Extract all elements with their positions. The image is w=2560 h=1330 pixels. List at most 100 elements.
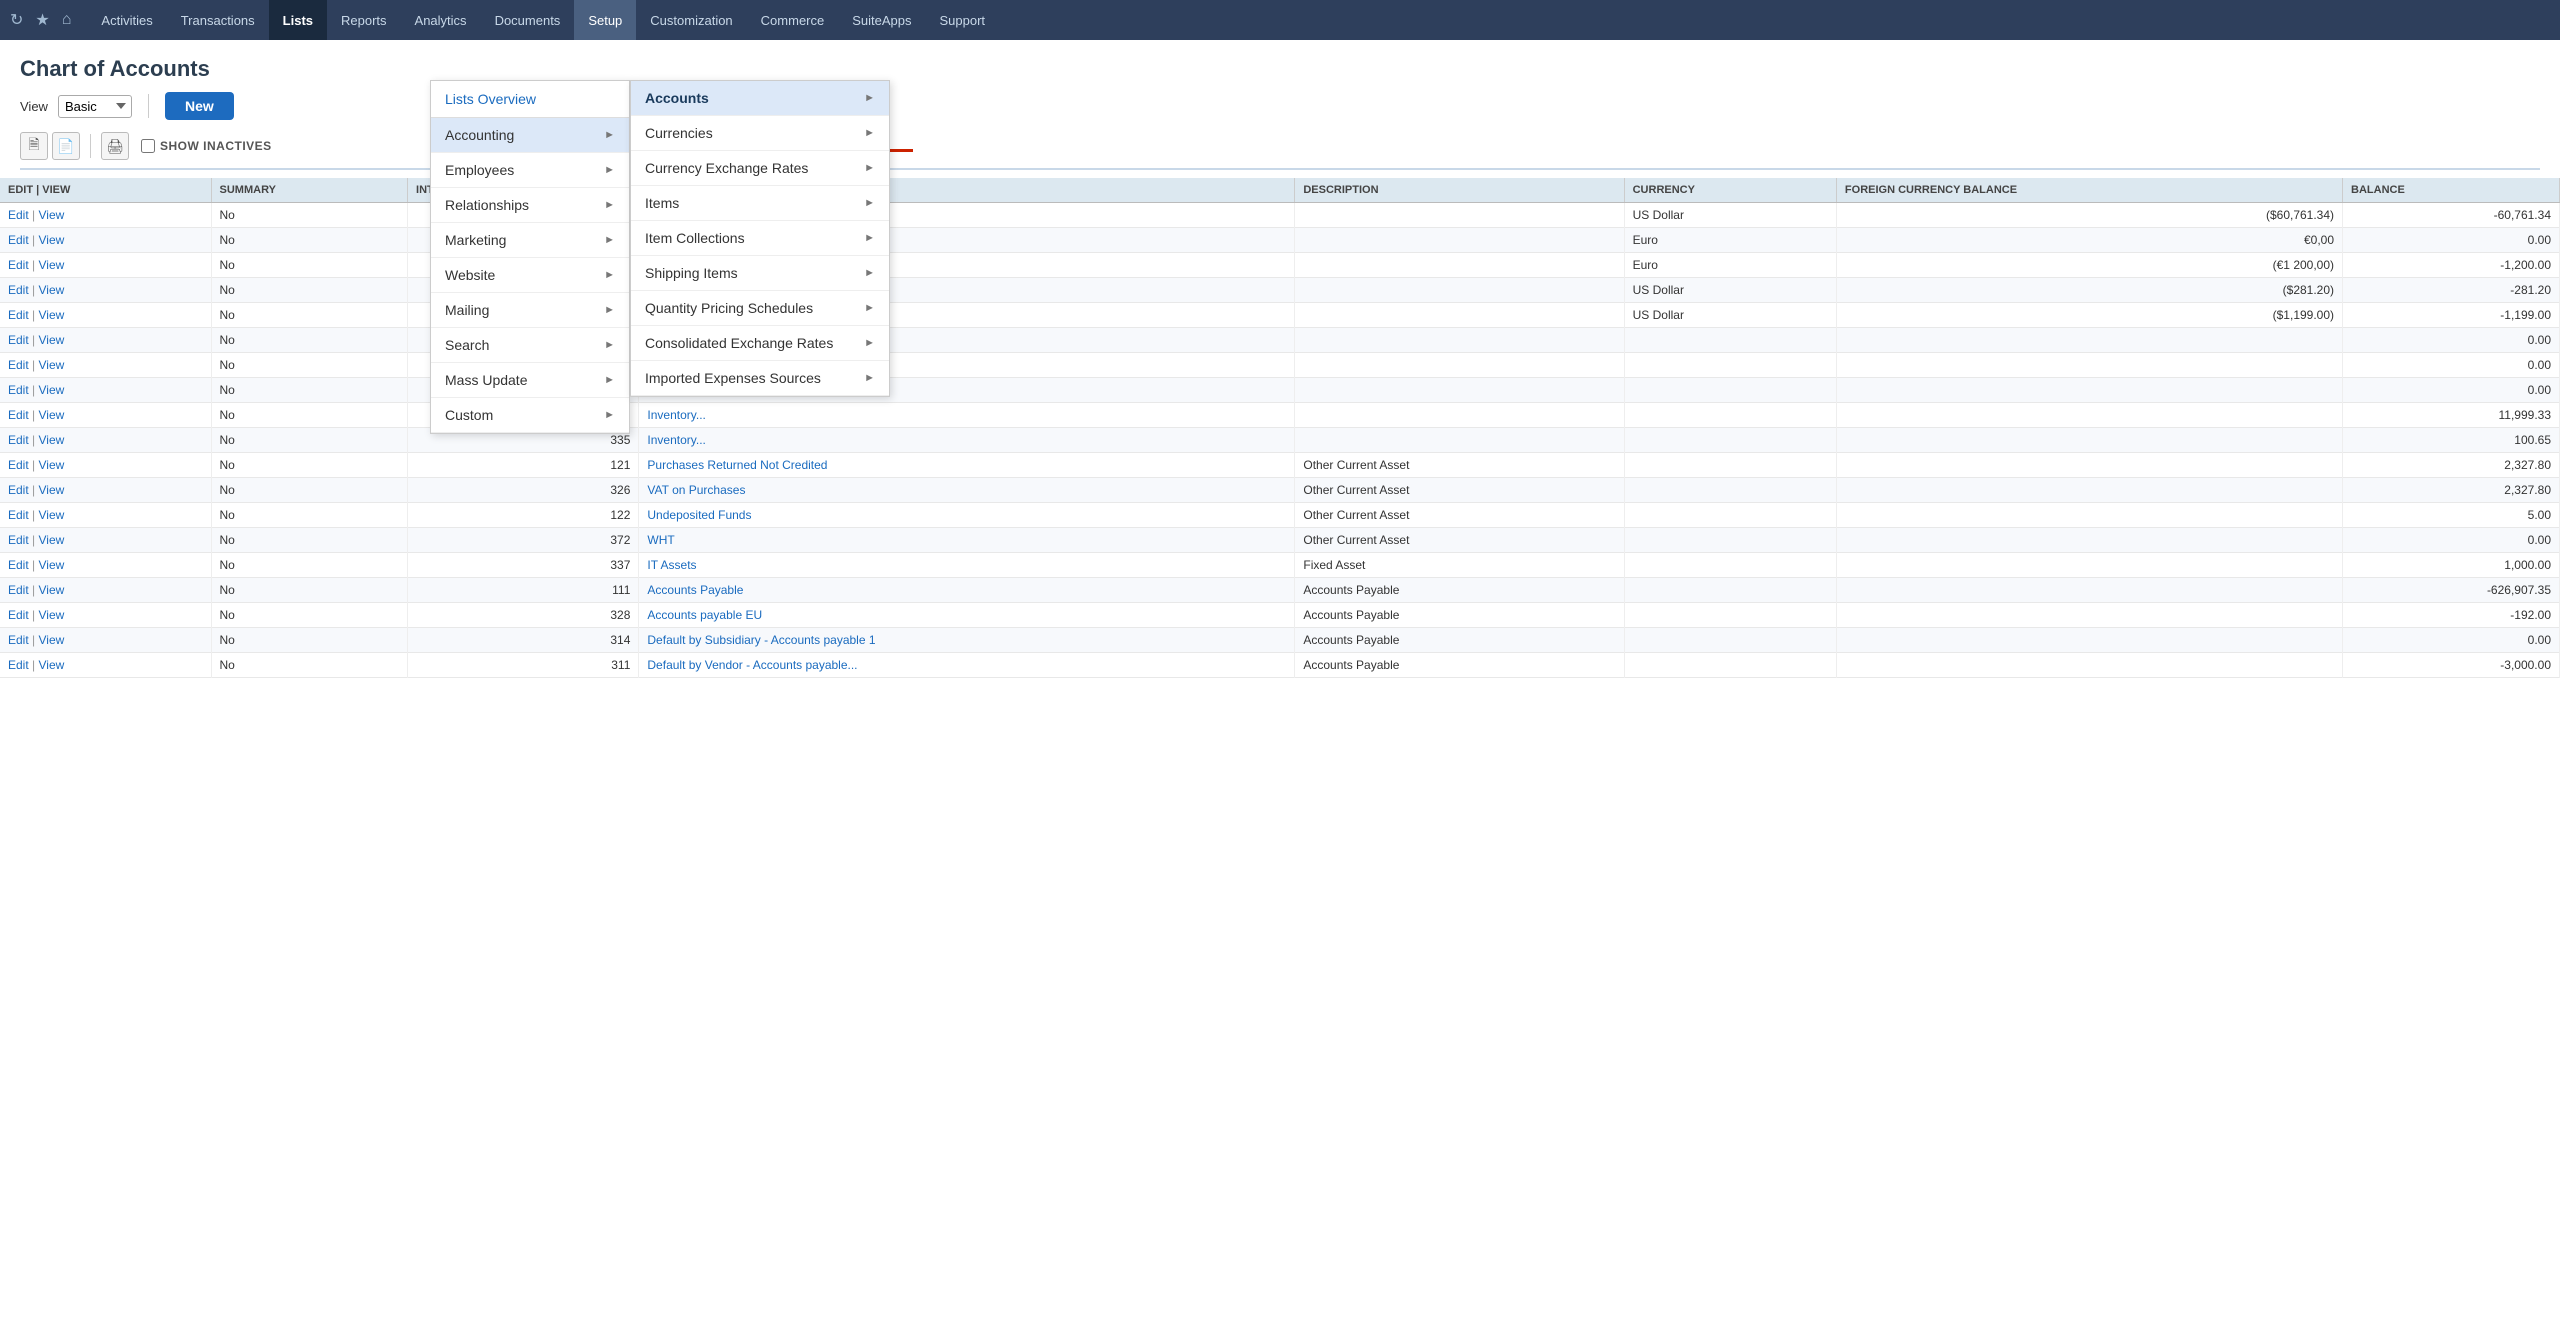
account-link[interactable]: Purchases Returned Not Credited xyxy=(647,458,827,472)
nav-analytics[interactable]: Analytics xyxy=(401,0,481,40)
view-link[interactable]: View xyxy=(38,333,64,347)
view-link[interactable]: View xyxy=(38,583,64,597)
accounting-accounts[interactable]: Accounts ► xyxy=(631,81,889,116)
edit-link[interactable]: Edit xyxy=(8,308,29,322)
home-icon[interactable]: ⌂ xyxy=(62,11,72,29)
nav-customization[interactable]: Customization xyxy=(636,0,746,40)
edit-link[interactable]: Edit xyxy=(8,608,29,622)
account-link[interactable]: Default by Subsidiary - Accounts payable… xyxy=(647,633,875,647)
nav-reports[interactable]: Reports xyxy=(327,0,401,40)
account-link[interactable]: Default by Vendor - Accounts payable... xyxy=(647,658,857,672)
edit-view-cell[interactable]: Edit | View xyxy=(0,403,211,428)
account-cell[interactable]: Accounts payable EU xyxy=(639,603,1295,628)
new-doc-icon-button[interactable]: 🗎 xyxy=(20,132,48,160)
lists-menu-relationships[interactable]: Relationships ► xyxy=(431,188,629,223)
account-cell[interactable]: WHT xyxy=(639,528,1295,553)
account-link[interactable]: WHT xyxy=(647,533,674,547)
view-link[interactable]: View xyxy=(38,608,64,622)
edit-view-cell[interactable]: Edit | View xyxy=(0,253,211,278)
view-link[interactable]: View xyxy=(38,383,64,397)
view-link[interactable]: View xyxy=(38,483,64,497)
view-link[interactable]: View xyxy=(38,658,64,672)
edit-view-cell[interactable]: Edit | View xyxy=(0,353,211,378)
account-cell[interactable]: VAT on Purchases xyxy=(639,478,1295,503)
account-cell[interactable]: Default by Subsidiary - Accounts payable… xyxy=(639,628,1295,653)
account-cell[interactable]: Accounts Payable xyxy=(639,578,1295,603)
nav-transactions[interactable]: Transactions xyxy=(167,0,269,40)
edit-link[interactable]: Edit xyxy=(8,533,29,547)
accounting-items[interactable]: Items ► xyxy=(631,186,889,221)
edit-link[interactable]: Edit xyxy=(8,283,29,297)
edit-view-cell[interactable]: Edit | View xyxy=(0,228,211,253)
lists-menu-mailing[interactable]: Mailing ► xyxy=(431,293,629,328)
edit-link[interactable]: Edit xyxy=(8,633,29,647)
edit-view-cell[interactable]: Edit | View xyxy=(0,528,211,553)
account-link[interactable]: Inventory... xyxy=(647,408,705,422)
accounting-currencies[interactable]: Currencies ► xyxy=(631,116,889,151)
edit-link[interactable]: Edit xyxy=(8,383,29,397)
lists-menu-mass-update[interactable]: Mass Update ► xyxy=(431,363,629,398)
account-link[interactable]: IT Assets xyxy=(647,558,696,572)
edit-link[interactable]: Edit xyxy=(8,233,29,247)
history-icon[interactable]: ↻ xyxy=(10,10,23,30)
view-link[interactable]: View xyxy=(38,258,64,272)
accounting-currency-exchange-rates[interactable]: Currency Exchange Rates ► xyxy=(631,151,889,186)
lists-menu-accounting[interactable]: Accounting ► xyxy=(431,118,629,153)
edit-view-cell[interactable]: Edit | View xyxy=(0,653,211,678)
view-link[interactable]: View xyxy=(38,358,64,372)
edit-link[interactable]: Edit xyxy=(8,483,29,497)
edit-view-cell[interactable]: Edit | View xyxy=(0,628,211,653)
edit-view-cell[interactable]: Edit | View xyxy=(0,203,211,228)
lists-overview-item[interactable]: Lists Overview xyxy=(431,81,629,118)
edit-view-cell[interactable]: Edit | View xyxy=(0,453,211,478)
edit-link[interactable]: Edit xyxy=(8,458,29,472)
nav-support[interactable]: Support xyxy=(926,0,1000,40)
view-link[interactable]: View xyxy=(38,508,64,522)
edit-link[interactable]: Edit xyxy=(8,558,29,572)
edit-view-cell[interactable]: Edit | View xyxy=(0,603,211,628)
view-link[interactable]: View xyxy=(38,558,64,572)
account-link[interactable]: Undeposited Funds xyxy=(647,508,751,522)
view-link[interactable]: View xyxy=(38,233,64,247)
account-link[interactable]: Accounts payable EU xyxy=(647,608,762,622)
account-cell[interactable]: Default by Vendor - Accounts payable... xyxy=(639,653,1295,678)
nav-suiteapps[interactable]: SuiteApps xyxy=(838,0,925,40)
edit-view-cell[interactable]: Edit | View xyxy=(0,578,211,603)
edit-link[interactable]: Edit xyxy=(8,333,29,347)
lists-menu-custom[interactable]: Custom ► xyxy=(431,398,629,433)
edit-view-cell[interactable]: Edit | View xyxy=(0,328,211,353)
edit-view-cell[interactable]: Edit | View xyxy=(0,553,211,578)
account-link[interactable]: Inventory... xyxy=(647,433,705,447)
edit-view-cell[interactable]: Edit | View xyxy=(0,278,211,303)
edit-link[interactable]: Edit xyxy=(8,208,29,222)
view-link[interactable]: View xyxy=(38,433,64,447)
edit-view-cell[interactable]: Edit | View xyxy=(0,378,211,403)
lists-menu[interactable]: Lists Overview Accounting ► Employees ► … xyxy=(430,80,630,434)
edit-link[interactable]: Edit xyxy=(8,433,29,447)
account-cell[interactable]: Purchases Returned Not Credited xyxy=(639,453,1295,478)
edit-link[interactable]: Edit xyxy=(8,508,29,522)
view-link[interactable]: View xyxy=(38,408,64,422)
show-inactives-checkbox[interactable] xyxy=(141,139,155,153)
accounting-submenu[interactable]: Accounts ► Currencies ► Currency Exchang… xyxy=(630,80,890,397)
view-link[interactable]: View xyxy=(38,458,64,472)
lists-menu-employees[interactable]: Employees ► xyxy=(431,153,629,188)
view-link[interactable]: View xyxy=(38,308,64,322)
account-link[interactable]: Accounts Payable xyxy=(647,583,743,597)
view-link[interactable]: View xyxy=(38,633,64,647)
account-cell[interactable]: Inventory... xyxy=(639,403,1295,428)
lists-menu-search[interactable]: Search ► xyxy=(431,328,629,363)
edit-link[interactable]: Edit xyxy=(8,408,29,422)
nav-lists[interactable]: Lists xyxy=(269,0,327,40)
nav-activities[interactable]: Activities xyxy=(87,0,166,40)
print-icon-button[interactable]: 🖨 xyxy=(101,132,129,160)
edit-view-cell[interactable]: Edit | View xyxy=(0,503,211,528)
accounting-shipping-items[interactable]: Shipping Items ► xyxy=(631,256,889,291)
edit-view-cell[interactable]: Edit | View xyxy=(0,303,211,328)
view-link[interactable]: View xyxy=(38,208,64,222)
account-cell[interactable]: Undeposited Funds xyxy=(639,503,1295,528)
account-cell[interactable]: IT Assets xyxy=(639,553,1295,578)
edit-link[interactable]: Edit xyxy=(8,358,29,372)
lists-menu-marketing[interactable]: Marketing ► xyxy=(431,223,629,258)
nav-commerce[interactable]: Commerce xyxy=(747,0,839,40)
